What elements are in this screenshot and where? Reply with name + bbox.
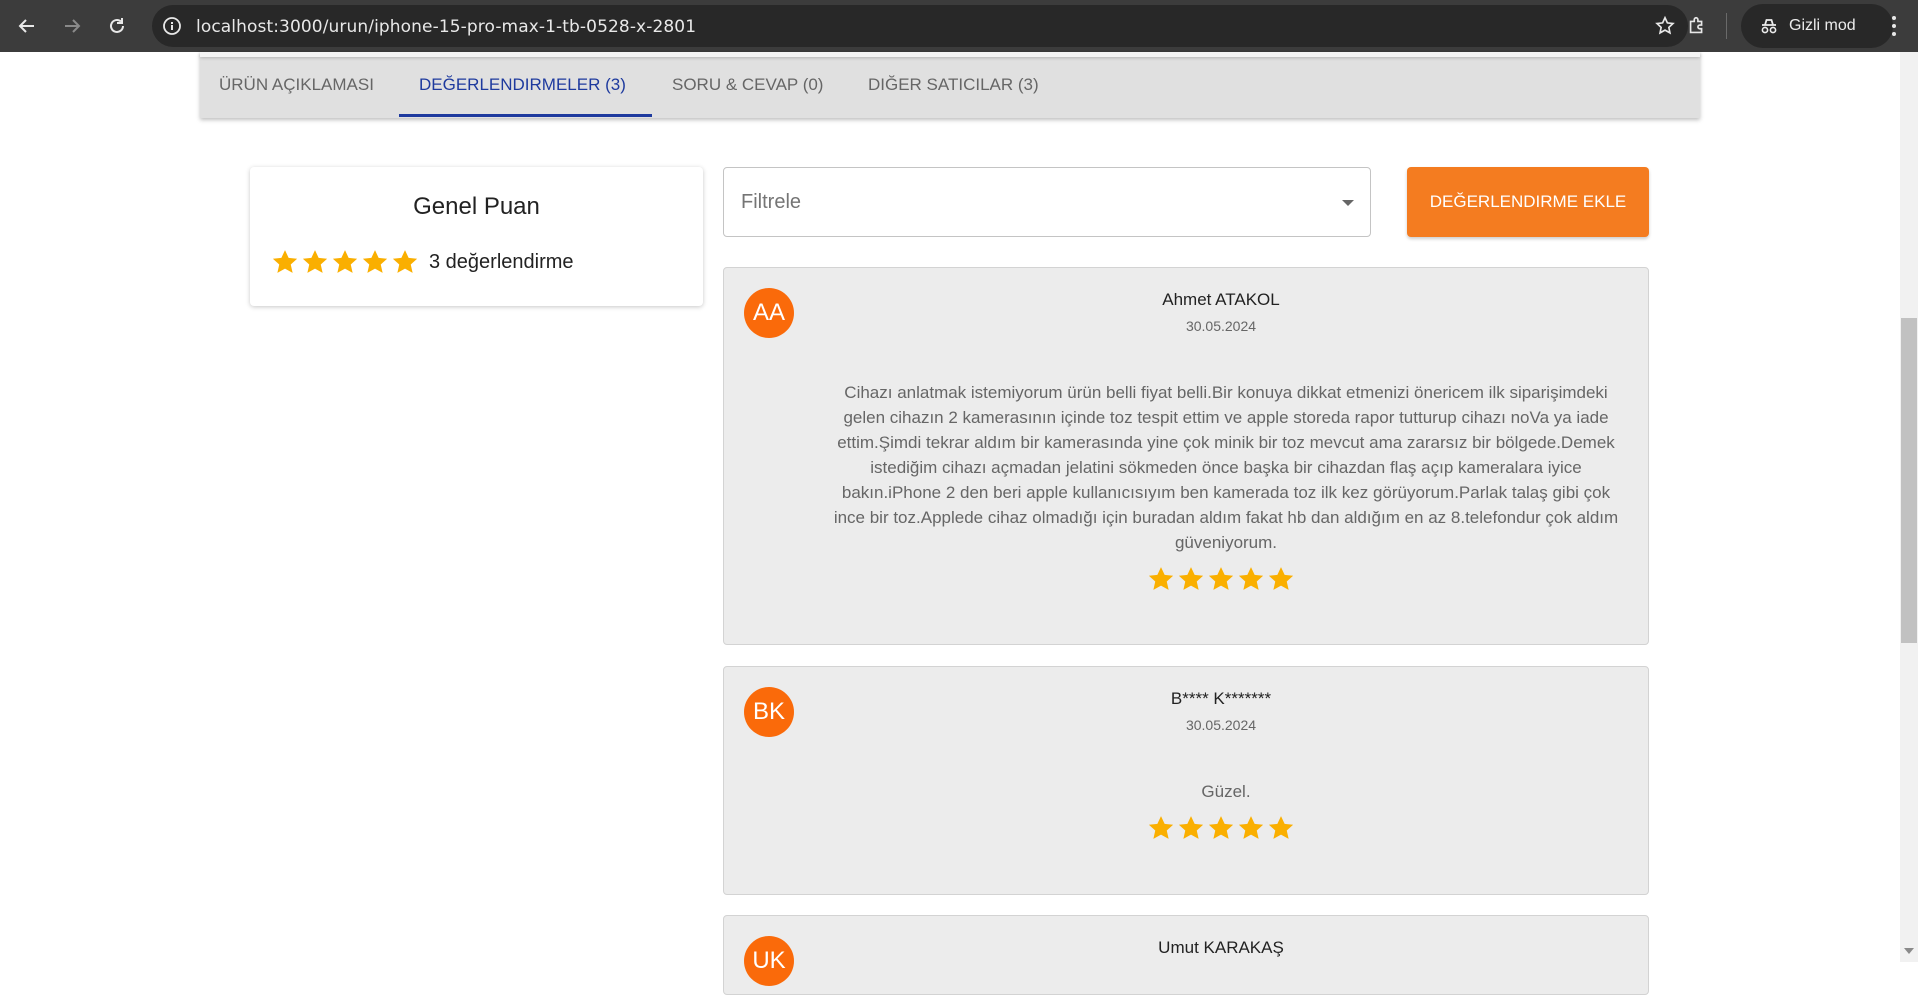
review-date: 30.05.2024 xyxy=(1185,717,1257,733)
url-text[interactable]: localhost:3000/urun/iphone-15-pro-max-1-… xyxy=(196,17,696,37)
rating-star-icon xyxy=(1206,564,1236,594)
rating-star-icon xyxy=(1176,813,1206,843)
back-arrow-icon[interactable] xyxy=(11,10,43,42)
incognito-label: Gizli mod xyxy=(1789,17,1856,34)
forward-arrow-icon[interactable] xyxy=(56,10,88,42)
review-card: UK Umut KARAKAŞ xyxy=(723,915,1649,995)
review-date: 30.05.2024 xyxy=(1185,318,1257,334)
rating-star-icon xyxy=(270,247,300,277)
product-tabs: ÜRÜN AÇIKLAMASI DEĞERLENDIRMELER (3) SOR… xyxy=(200,52,1700,118)
reload-icon[interactable] xyxy=(101,10,133,42)
tab-reviews[interactable]: DEĞERLENDIRMELER (3) xyxy=(419,52,626,118)
incognito-indicator[interactable]: Gizli mod xyxy=(1741,4,1893,48)
rating-star-icon xyxy=(1146,813,1176,843)
overall-score-card: Genel Puan 3 değerlendirme xyxy=(250,167,703,306)
review-text: Cihazı anlatmak istemiyorum ürün belli f… xyxy=(833,383,1619,552)
reviewer-name: Ahmet ATAKOL xyxy=(1162,290,1280,309)
scroll-down-arrow-icon[interactable] xyxy=(1904,948,1914,954)
tab-other-sellers[interactable]: DIĞER SATICILAR (3) xyxy=(868,52,1039,118)
rating-star-icon xyxy=(360,247,390,277)
browser-toolbar: localhost:3000/urun/iphone-15-pro-max-1-… xyxy=(0,0,1918,52)
rating-star-icon xyxy=(1206,813,1236,843)
reviewer-name: Umut KARAKAŞ xyxy=(1158,938,1284,957)
bookmark-star-icon[interactable] xyxy=(1654,15,1676,42)
rating-star-icon xyxy=(1146,564,1176,594)
toolbar-divider xyxy=(1726,13,1727,39)
rating-star-icon xyxy=(1266,813,1296,843)
incognito-icon xyxy=(1761,19,1777,34)
rating-star-icon xyxy=(1236,564,1266,594)
review-card: BK B**** K******* 30.05.2024 Güzel. xyxy=(723,666,1649,895)
tab-questions-answers[interactable]: SORU & CEVAP (0) xyxy=(672,52,823,118)
browser-menu-icon[interactable] xyxy=(1882,10,1906,42)
rating-star-icon xyxy=(390,247,420,277)
scrollbar-thumb[interactable] xyxy=(1901,318,1917,643)
rating-star-icon xyxy=(1236,813,1266,843)
rating-star-icon xyxy=(1266,564,1296,594)
filter-placeholder: Filtrele xyxy=(741,191,802,213)
address-bar[interactable]: localhost:3000/urun/iphone-15-pro-max-1-… xyxy=(152,5,1688,47)
review-count: 3 değerlendirme xyxy=(429,251,574,273)
rating-star-icon xyxy=(330,247,360,277)
rating-star-icon xyxy=(1176,564,1206,594)
add-review-button[interactable]: DEĞERLENDIRME EKLE xyxy=(1407,167,1649,237)
overall-rating-stars xyxy=(270,247,420,277)
review-card: AA Ahmet ATAKOL 30.05.2024 Cihazı anlatm… xyxy=(723,267,1649,645)
review-text: Güzel. xyxy=(1201,782,1251,801)
dropdown-arrow-icon xyxy=(1342,200,1354,206)
overall-score-title: Genel Puan xyxy=(413,193,540,220)
reviewer-name: B**** K******* xyxy=(1170,689,1272,708)
review-rating-stars xyxy=(724,813,1648,843)
active-tab-indicator xyxy=(399,114,652,117)
rating-star-icon xyxy=(300,247,330,277)
review-rating-stars xyxy=(724,564,1648,594)
extensions-puzzle-icon[interactable] xyxy=(1680,9,1714,43)
site-info-icon[interactable] xyxy=(162,16,182,41)
tab-product-description[interactable]: ÜRÜN AÇIKLAMASI xyxy=(219,52,374,118)
review-filter-select[interactable]: Filtrele xyxy=(723,167,1371,237)
